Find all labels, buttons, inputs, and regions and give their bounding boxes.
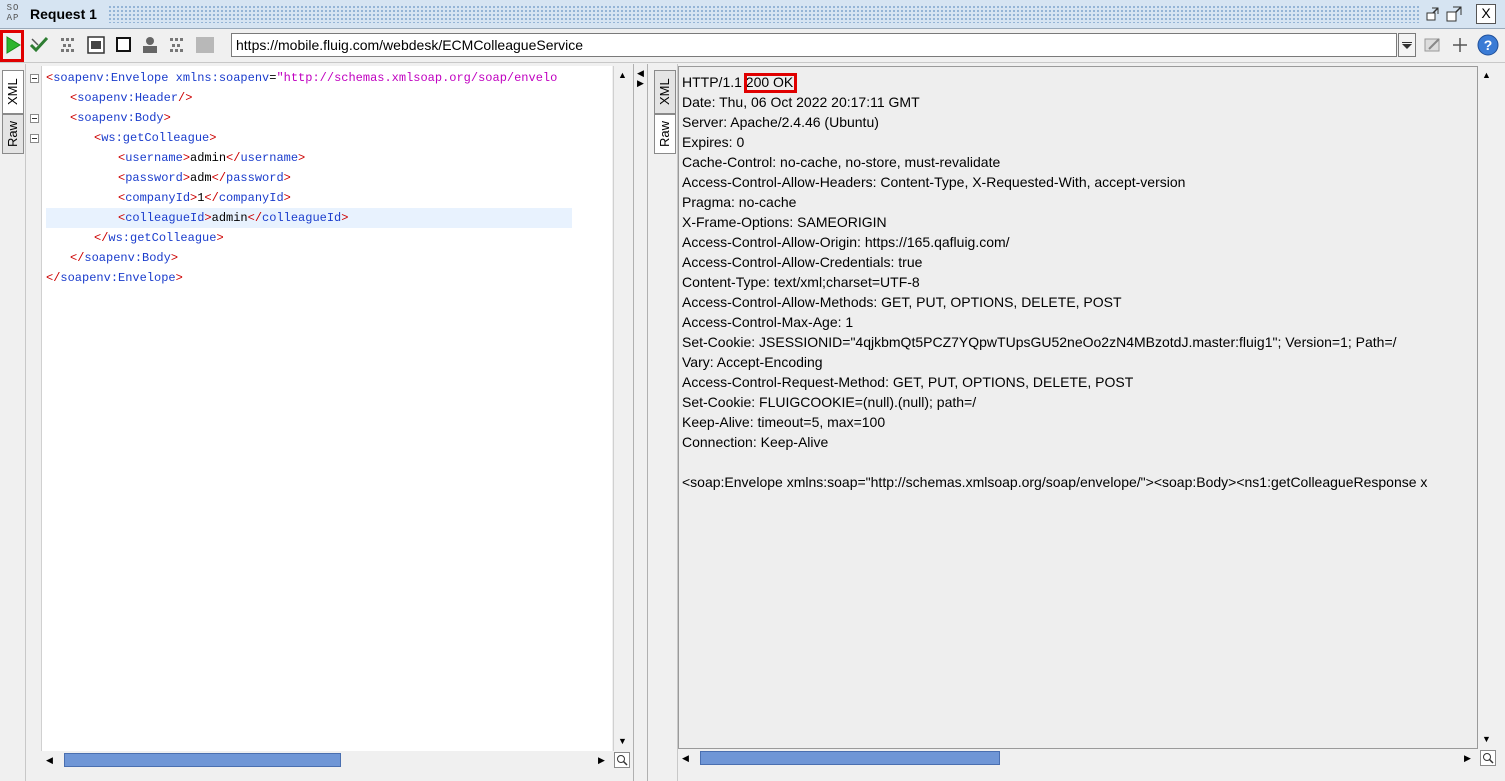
checkbox-icon[interactable] bbox=[114, 35, 134, 55]
response-vertical-scrollbar[interactable]: ▲ ▼ bbox=[1478, 66, 1496, 749]
xml-line: <companyId>1</companyId> bbox=[118, 191, 291, 205]
scroll-thumb[interactable] bbox=[700, 751, 1000, 765]
response-header-line: Set-Cookie: JSESSIONID="4qjkbmQt5PCZ7YQp… bbox=[682, 334, 1397, 350]
request-tab-raw[interactable]: Raw bbox=[2, 114, 24, 154]
maximize-icon[interactable] bbox=[1444, 4, 1464, 24]
xml-line: </soapenv:Body> bbox=[70, 251, 179, 265]
window-title: Request 1 bbox=[30, 6, 97, 22]
endpoint-url-input[interactable] bbox=[231, 33, 1397, 57]
response-header-line: X-Frame-Options: SAMEORIGIN bbox=[682, 214, 887, 230]
scroll-left-icon[interactable]: ◀ bbox=[682, 753, 689, 763]
request-panel: XML Raw <soapenv:Envelope xmlns:soapenv=… bbox=[0, 64, 633, 781]
scroll-right-icon[interactable]: ▶ bbox=[1464, 753, 1471, 763]
collapse-left-icon[interactable]: ◀ bbox=[637, 68, 644, 78]
zoom-icon[interactable] bbox=[614, 752, 630, 768]
scroll-up-icon[interactable]: ▲ bbox=[618, 70, 627, 80]
response-tab-xml[interactable]: XML bbox=[654, 70, 676, 114]
scroll-thumb[interactable] bbox=[64, 753, 341, 767]
title-bar: SO AP Request 1 X bbox=[0, 0, 1505, 29]
request-tab-strip: XML Raw bbox=[0, 64, 26, 781]
response-header-line: Vary: Accept-Encoding bbox=[682, 354, 823, 370]
wsa-icon[interactable] bbox=[59, 35, 79, 55]
xml-line: <password>adm</password> bbox=[118, 171, 291, 185]
xml-line: </ws:getColleague> bbox=[94, 231, 224, 245]
scroll-up-icon[interactable]: ▲ bbox=[1482, 70, 1491, 80]
editor-icon[interactable] bbox=[86, 35, 106, 55]
response-header-line: Access-Control-Allow-Origin: https://165… bbox=[682, 234, 1010, 250]
request-tab-xml[interactable]: XML bbox=[2, 70, 24, 114]
response-header-line: Connection: Keep-Alive bbox=[682, 434, 829, 450]
response-header-line: Cache-Control: no-cache, no-store, must-… bbox=[682, 154, 1001, 170]
add-icon[interactable] bbox=[1450, 35, 1470, 55]
collapse-right-icon[interactable]: ▶ bbox=[637, 78, 644, 88]
run-button-highlight bbox=[0, 30, 24, 62]
response-header-line: Access-Control-Allow-Credentials: true bbox=[682, 254, 923, 270]
validate-icon[interactable] bbox=[29, 35, 49, 55]
fold-body-icon[interactable] bbox=[30, 114, 39, 123]
fold-getcolleague-icon[interactable] bbox=[30, 134, 39, 143]
help-icon[interactable]: ? bbox=[1476, 33, 1500, 57]
scroll-down-icon[interactable]: ▼ bbox=[1482, 734, 1491, 744]
response-header-line: Access-Control-Allow-Methods: GET, PUT, … bbox=[682, 294, 1122, 310]
response-header-line: Access-Control-Request-Method: GET, PUT,… bbox=[682, 374, 1134, 390]
zoom-icon[interactable] bbox=[1480, 750, 1496, 766]
response-header-line: Expires: 0 bbox=[682, 134, 745, 150]
minimize-icon[interactable] bbox=[1422, 4, 1442, 24]
response-tab-raw[interactable]: Raw bbox=[654, 114, 676, 154]
xml-line: </soapenv:Envelope> bbox=[46, 271, 183, 285]
response-header-line: Server: Apache/2.4.46 (Ubuntu) bbox=[682, 114, 879, 130]
wss-icon[interactable] bbox=[168, 35, 188, 55]
user-icon[interactable] bbox=[140, 35, 160, 55]
stop-icon[interactable] bbox=[195, 35, 215, 55]
edit-endpoint-icon[interactable] bbox=[1423, 35, 1443, 55]
request-horizontal-scrollbar[interactable]: ◀ ▶ bbox=[42, 752, 612, 768]
scroll-down-icon[interactable]: ▼ bbox=[618, 736, 627, 746]
response-raw-view[interactable]: HTTP/1.1 200 OK Date: Thu, 06 Oct 2022 2… bbox=[678, 66, 1478, 749]
svg-text:?: ? bbox=[1484, 37, 1493, 53]
response-header-line: Access-Control-Max-Age: 1 bbox=[682, 314, 854, 330]
response-header-line: Access-Control-Allow-Headers: Content-Ty… bbox=[682, 174, 1186, 190]
xml-line: <ws:getColleague> bbox=[94, 131, 217, 145]
xml-line: <colleagueId>admin</colleagueId> bbox=[118, 211, 349, 225]
response-header-line: Set-Cookie: FLUIGCOOKIE=(null).(null); p… bbox=[682, 394, 977, 410]
panel-splitter[interactable]: ◀ ▶ bbox=[633, 64, 648, 781]
response-tab-strip: XML Raw bbox=[652, 64, 678, 781]
request-vertical-scrollbar[interactable]: ▲ ▼ bbox=[613, 66, 632, 751]
url-dropdown-button[interactable] bbox=[1398, 33, 1416, 57]
request-fold-gutter bbox=[27, 66, 42, 751]
close-icon[interactable]: X bbox=[1476, 4, 1496, 24]
status-highlight bbox=[743, 73, 798, 93]
title-bar-grip bbox=[108, 5, 1419, 23]
xml-line: <username>admin</username> bbox=[118, 151, 306, 165]
request-xml-editor[interactable]: <soapenv:Envelope xmlns:soapenv="http://… bbox=[42, 66, 612, 751]
response-body: <soap:Envelope xmlns:soap="http://schema… bbox=[682, 474, 1428, 490]
xml-line: <soapenv:Body> bbox=[70, 111, 171, 125]
response-panel: XML Raw HTTP/1.1 200 OK Date: Thu, 06 Oc… bbox=[652, 64, 1505, 781]
response-header-line: Date: Thu, 06 Oct 2022 20:17:11 GMT bbox=[682, 94, 920, 110]
toolbar: ? bbox=[0, 29, 1505, 63]
response-header-line: Pragma: no-cache bbox=[682, 194, 797, 210]
scroll-right-icon[interactable]: ▶ bbox=[598, 755, 605, 765]
xml-line: <soapenv:Header/> bbox=[70, 91, 193, 105]
scroll-left-icon[interactable]: ◀ bbox=[46, 755, 53, 765]
response-header-line: Content-Type: text/xml;charset=UTF-8 bbox=[682, 274, 920, 290]
response-header-line: Keep-Alive: timeout=5, max=100 bbox=[682, 414, 886, 430]
soap-icon: SO AP bbox=[6, 3, 20, 23]
fold-envelope-icon[interactable] bbox=[30, 74, 39, 83]
xml-line: <soapenv:Envelope xmlns:soapenv="http://… bbox=[46, 71, 558, 85]
response-horizontal-scrollbar[interactable]: ◀ ▶ bbox=[678, 750, 1478, 766]
